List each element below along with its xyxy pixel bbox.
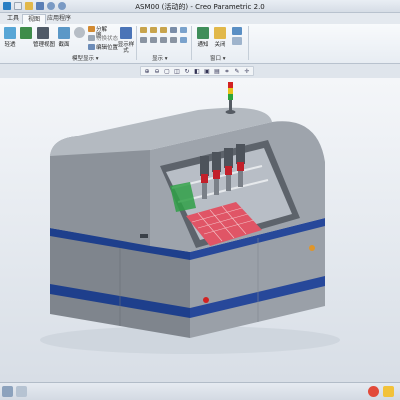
globe-icon[interactable] [74,27,85,38]
ribbon-item-edit-position[interactable]: 编辑位置 [96,45,118,51]
toggle-status-icon[interactable] [88,35,95,41]
tab-applications[interactable]: 应用程序 [42,14,76,24]
ribbon-item-light[interactable]: 轻透 [2,42,18,48]
title-bar: ASM00 (活动的) - Creo Parametric 2.0 [0,0,400,13]
display-style-icon[interactable] [120,27,132,39]
section-icon[interactable] [58,27,70,39]
navigator-icon[interactable] [16,386,27,397]
datum-display-icon[interactable]: ⌗ [223,68,231,75]
status-bar [0,382,400,400]
reorient-icon[interactable] [4,27,16,39]
spin-center-icon[interactable] [160,37,167,43]
estop-button [203,297,209,303]
datum-axis-icon[interactable] [150,27,157,33]
graphics-viewport[interactable] [0,78,400,382]
tab-tools[interactable]: 工具 [2,14,24,24]
zoom-in-icon[interactable]: ⊕ [143,68,151,75]
display-settings-icon[interactable] [170,37,177,43]
ribbon-item-toggle-status[interactable]: 切换状态 [96,36,118,42]
window-small-icon[interactable] [232,37,242,45]
start-button [309,245,315,251]
manage-views-icon[interactable] [37,27,49,39]
spin-center-icon[interactable]: ✛ [243,68,251,75]
wireframe-icon[interactable] [180,37,187,43]
repaint-icon[interactable]: ↻ [183,68,191,75]
model-tree-toggle-icon[interactable] [2,386,13,397]
window-title: ASM00 (活动的) - Creo Parametric 2.0 [135,3,265,11]
refit-icon[interactable]: ◫ [173,68,181,75]
csys-icon[interactable] [170,27,177,33]
ribbon-tabs: 工具 视图 应用程序 [0,13,400,24]
ribbon: 轻透 管理视图 截面 分解图 切换状态 编辑位置 显示样式 通知 关闭 [0,24,400,64]
annotation-icon[interactable] [140,37,147,43]
group-window[interactable]: 窗口 ▾ [210,54,226,62]
display-style-icon[interactable]: ◧ [193,68,201,75]
datum-point-icon[interactable] [160,27,167,33]
folder-icon[interactable] [214,27,226,39]
datum-plane-icon[interactable] [140,27,147,33]
ribbon-item-display-style[interactable]: 显示样式 [116,42,136,54]
saved-views-icon[interactable]: ▣ [203,68,211,75]
exploded-view-icon[interactable] [88,26,95,32]
activate-icon[interactable] [197,27,209,39]
shade-icon[interactable] [180,27,187,33]
group-display[interactable]: 显示 ▾ [152,54,168,62]
annotation-display-icon[interactable]: ✎ [233,68,241,75]
ribbon-item-manage-views[interactable]: 管理视图 [30,42,58,48]
view-toolbar: ⊕ ⊖ ▢ ◫ ↻ ◧ ▣ ▤ ⌗ ✎ ✛ [140,66,254,76]
tag-icon[interactable] [150,37,157,43]
zoom-out-icon[interactable]: ⊖ [153,68,161,75]
view-manager-icon[interactable]: ▤ [213,68,221,75]
windows-icon[interactable] [232,27,242,35]
edit-position-icon[interactable] [88,44,95,50]
ribbon-separator [248,26,249,60]
ribbon-item-section[interactable]: 截面 [55,42,73,48]
warning-icon[interactable] [368,386,379,397]
assembly-model[interactable] [0,78,400,382]
ribbon-separator [191,26,192,60]
appearance-icon[interactable] [20,27,32,39]
zoom-window-icon[interactable]: ▢ [163,68,171,75]
ribbon-item-close[interactable]: 关闭 [210,42,230,48]
group-model-display[interactable]: 模型显示 ▾ [72,54,99,62]
ribbon-separator [136,26,137,60]
selection-filter-icon[interactable] [383,386,394,397]
